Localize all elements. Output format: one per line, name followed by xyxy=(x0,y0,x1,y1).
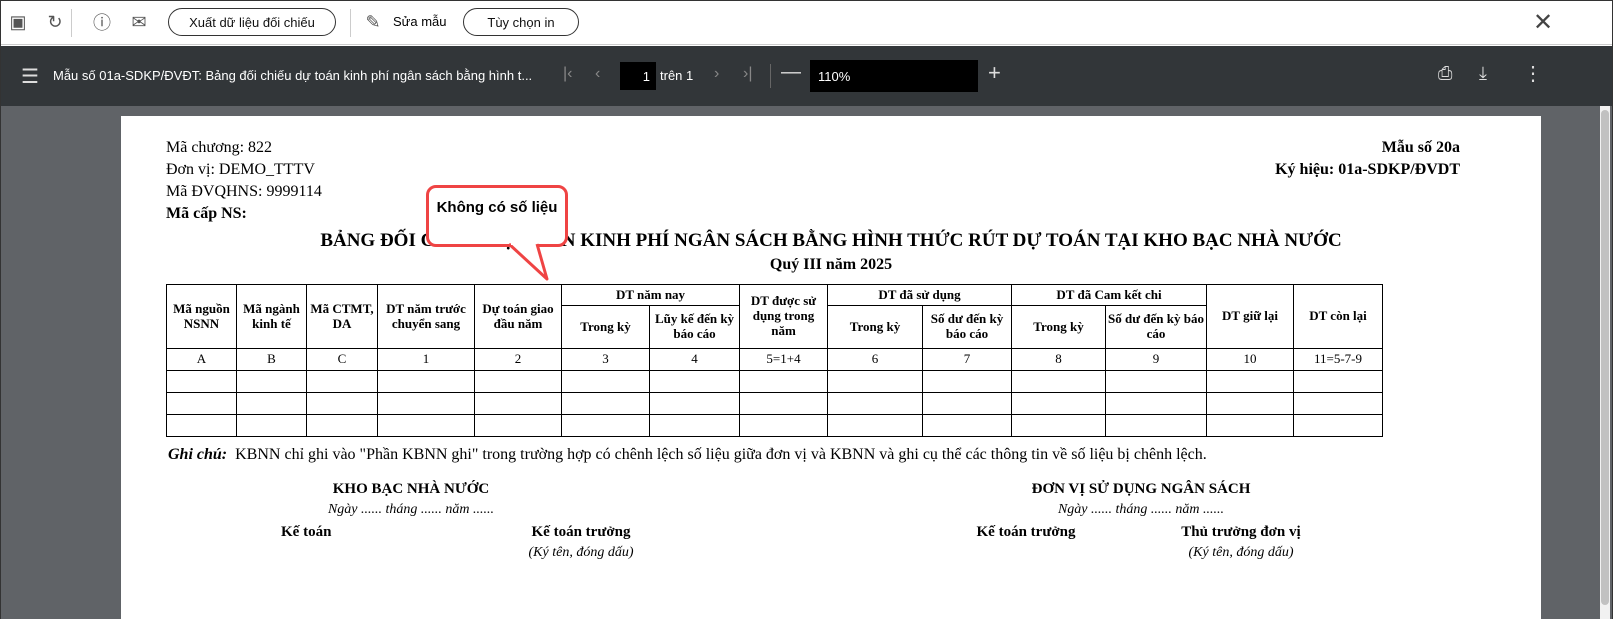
print-icon[interactable]: ⎙ xyxy=(1438,63,1452,84)
excel-icon[interactable]: ▣ xyxy=(6,10,30,34)
scrollbar-thumb[interactable] xyxy=(1601,110,1609,605)
budget-unit-label: ĐƠN VỊ SỬ DỤNG NGÂN SÁCH xyxy=(1031,481,1251,497)
help-icon[interactable]: ⓘ xyxy=(90,10,114,34)
refresh-icon[interactable]: ↻ xyxy=(43,10,67,34)
header-cell: DT đã sử dụng xyxy=(827,284,1012,306)
header-cell: Mã ngành kinh tế xyxy=(236,284,307,349)
empty-row xyxy=(166,414,1383,437)
subheader-cell: Số dư đến kỳ báo cáo xyxy=(1105,305,1207,349)
treasury-label: KHO BẠC NHÀ NƯỚC xyxy=(332,481,490,497)
code-cell: B xyxy=(236,348,307,371)
next-page-icon[interactable]: › xyxy=(714,65,719,83)
callout-pointer xyxy=(507,241,549,281)
treasury-date: Ngày ...... tháng ...... năm ...... xyxy=(327,502,495,517)
code-cell: A xyxy=(166,348,237,371)
note-label: Ghi chú: xyxy=(168,446,228,463)
code-cell: 10 xyxy=(1206,348,1294,371)
sign-note: (Ký tên, đóng dấu) xyxy=(528,545,634,560)
scrollbar[interactable] xyxy=(1600,106,1610,619)
header-cell: DT còn lại xyxy=(1293,284,1383,349)
menu-icon[interactable]: ☰ xyxy=(21,64,39,89)
code-cell: 4 xyxy=(649,348,740,371)
code-cell: 5=1+4 xyxy=(739,348,828,371)
note-text: KBNN chỉ ghi vào "Phần KBNN ghi" trong t… xyxy=(235,446,1207,463)
download-icon[interactable]: ⤓ xyxy=(1479,63,1487,84)
subheader-cell: Số dư đến kỳ báo cáo xyxy=(922,305,1012,349)
prev-page-icon[interactable]: ‹ xyxy=(595,65,600,83)
zoom-out-icon[interactable]: — xyxy=(781,61,801,84)
budget-level: Mã cấp NS: xyxy=(166,205,247,222)
report-title: BẢNG ĐỐI CHIẾU DỰ TOÁN KINH PHÍ NGÂN SÁC… xyxy=(320,230,1342,251)
accountant-label: Kế toán xyxy=(281,524,332,540)
form-number: Mẫu số 20a xyxy=(1381,139,1460,156)
report-period: Quý III năm 2025 xyxy=(769,256,893,273)
header-cell: DT được sử dụng trong năm xyxy=(739,284,828,349)
callout-annotation: Không có số liệu xyxy=(426,185,568,247)
top-toolbar: ▣ ↻ ⓘ ✉ Xuất dữ liệu đối chiếu ✎ Sửa mẫu… xyxy=(1,1,1612,45)
unit-head-label: Thủ trưởng đơn vị xyxy=(1181,524,1301,540)
unit-sign-note: (Ký tên, đóng dấu) xyxy=(1188,545,1294,560)
subheader-cell: Trong kỳ xyxy=(827,305,923,349)
pdf-viewer-toolbar: ☰ Mẫu số 01a-SDKP/ĐVĐT: Bảng đối chiếu d… xyxy=(1,46,1612,106)
chapter-code: Mã chương: 822 xyxy=(166,139,273,156)
header-cell: Mã nguồn NSNN xyxy=(166,284,237,349)
code-cell: 1 xyxy=(377,348,475,371)
header-cell: DT năm nay xyxy=(561,284,740,306)
unit-name: Đơn vị: DEMO_TTTV xyxy=(166,161,315,178)
subheader-cell: Trong kỳ xyxy=(1011,305,1106,349)
export-button[interactable]: Xuất dữ liệu đối chiếu xyxy=(168,8,336,36)
document-title: Mẫu số 01a-SDKP/ĐVĐT: Bảng đối chiếu dự … xyxy=(53,68,533,83)
zoom-input[interactable]: 110% xyxy=(810,60,978,92)
header-cell: Dự toán giao đầu năm xyxy=(474,284,562,349)
pencil-icon[interactable]: ✎ xyxy=(361,10,385,34)
code-cell: C xyxy=(306,348,378,371)
email-icon[interactable]: ✉ xyxy=(127,10,151,34)
empty-row xyxy=(166,392,1383,415)
divider xyxy=(350,9,351,37)
code-cell: 8 xyxy=(1011,348,1106,371)
code-cell: 9 xyxy=(1105,348,1207,371)
divider xyxy=(770,64,771,88)
subheader-cell: Trong kỳ xyxy=(561,305,650,349)
header-cell: DT đã Cam kết chi xyxy=(1011,284,1207,306)
header-cell: Mã CTMT, DA xyxy=(306,284,378,349)
unit-chief-accountant-label: Kế toán trưởng xyxy=(976,524,1076,540)
budget-unit-date: Ngày ...... tháng ...... năm ...... xyxy=(1057,502,1225,517)
first-page-icon[interactable]: |‹ xyxy=(563,65,572,83)
zoom-in-icon[interactable]: + xyxy=(988,60,1001,86)
qhns-code: Mã ĐVQHNS: 9999114 xyxy=(166,183,322,200)
header-cell: DT năm trước chuyển sang xyxy=(377,284,475,349)
page-input[interactable]: 1 xyxy=(620,62,656,90)
close-icon[interactable]: ✕ xyxy=(1531,9,1555,36)
reconciliation-table: Mã nguồn NSNN Mã ngành kinh tế Mã CTMT, … xyxy=(166,284,1383,437)
code-cell: 3 xyxy=(561,348,650,371)
edit-template-button[interactable]: Sửa mẫu xyxy=(393,14,447,29)
page-total: trên 1 xyxy=(660,68,694,83)
header-cell: DT giữ lại xyxy=(1206,284,1294,349)
code-cell: 7 xyxy=(922,348,1012,371)
code-cell: 2 xyxy=(474,348,562,371)
note: Ghi chú: KBNN chỉ ghi vào "Phần KBNN ghi… xyxy=(168,446,1207,464)
document-page: Mã chương: 822 Đơn vị: DEMO_TTTV Mã ĐVQH… xyxy=(121,116,1541,619)
print-options-button[interactable]: Tùy chọn in xyxy=(463,8,579,36)
code-row: A B C 1 2 3 4 5=1+4 6 7 8 9 10 11=5-7-9 xyxy=(166,348,1383,371)
last-page-icon[interactable]: ›| xyxy=(743,65,752,83)
divider xyxy=(71,9,72,37)
code-cell: 11=5-7-9 xyxy=(1293,348,1383,371)
code-cell: 6 xyxy=(827,348,923,371)
document-area: Mã chương: 822 Đơn vị: DEMO_TTTV Mã ĐVQH… xyxy=(1,106,1612,619)
form-symbol: Ký hiệu: 01a-SDKP/ĐVDT xyxy=(1275,161,1460,178)
more-options-icon[interactable]: ⋮ xyxy=(1523,61,1543,86)
empty-row xyxy=(166,370,1383,393)
subheader-cell: Lũy kế đến kỳ báo cáo xyxy=(649,305,740,349)
chief-accountant-label: Kế toán trưởng xyxy=(531,524,631,540)
